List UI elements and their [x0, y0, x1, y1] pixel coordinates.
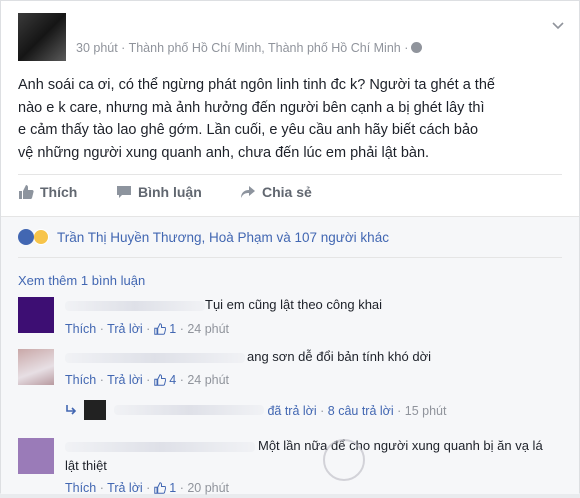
comment-item: Một lần nữa để cho người xung quanh bị ă…	[18, 438, 569, 498]
post-card: 30 phút · Thành phố Hồ Chí Minh, Thành p…	[0, 0, 580, 495]
comment-like-count[interactable]: 1	[169, 322, 176, 336]
post-body: Anh soái ca ơi, có thể ngừng phát ngôn l…	[18, 74, 563, 164]
comment-text: Một lần nữa để cho người xung quanh bị ă…	[258, 438, 543, 453]
comments-section: Trần Thị Huyền Thương, Hoà Phạm và 107 n…	[1, 216, 579, 495]
reply-time: 15 phút	[404, 404, 447, 418]
blurred-name	[65, 301, 205, 311]
thumbs-up-icon	[154, 482, 166, 494]
post-meta-text[interactable]: 30 phút · Thành phố Hồ Chí Minh, Thành p…	[76, 41, 408, 55]
comment-label: Bình luận	[138, 184, 202, 200]
reply-arrow-icon	[66, 405, 77, 415]
replier-avatar[interactable]	[84, 400, 107, 420]
share-button[interactable]: Chia sẻ	[240, 184, 312, 200]
like-reaction-icon	[18, 229, 34, 245]
comment-meta: Thích · Trả lời · 4 · 24 phút	[65, 373, 230, 387]
comment-like-link[interactable]: Thích	[65, 322, 96, 336]
comment-like-count[interactable]: 4	[169, 373, 176, 387]
reply-count[interactable]: 8 câu trả lời	[328, 404, 394, 418]
post-line: nào e k care, nhưng mà ảnh hưởng đến ngư…	[18, 99, 485, 116]
thumbs-up-icon	[154, 374, 166, 386]
comment-like-link[interactable]: Thích	[65, 373, 96, 387]
commenter-avatar[interactable]	[18, 349, 54, 385]
comment-icon	[117, 186, 131, 198]
author-avatar[interactable]	[18, 13, 66, 61]
divider	[18, 174, 562, 175]
globe-icon	[411, 42, 423, 53]
thumbs-up-icon	[19, 185, 34, 199]
divider	[18, 257, 562, 258]
view-more-comments-link[interactable]: Xem thêm 1 bình luận	[18, 273, 145, 288]
commenter-avatar[interactable]	[18, 297, 54, 333]
blurred-name	[113, 405, 264, 415]
comment-reply-link[interactable]: Trả lời	[107, 373, 143, 387]
comment-text: Tụi em cũng lật theo công khai	[205, 297, 383, 312]
share-label: Chia sẻ	[262, 184, 312, 200]
post-line: Anh soái ca ơi, có thể ngừng phát ngôn l…	[18, 77, 495, 93]
comment-item: ang sơn dễ đổi bản tính khó dời Thích · …	[18, 349, 569, 399]
chevron-down-icon[interactable]	[551, 19, 565, 33]
blurred-name	[65, 442, 255, 452]
comment-item: Tụi em cũng lật theo công khai Thích · T…	[18, 297, 569, 347]
comment-button[interactable]: Bình luận	[116, 184, 202, 200]
post-actions: Thích Bình luận Chia sẻ	[18, 184, 562, 208]
like-label: Thích	[40, 184, 78, 200]
comment-text-continued: lật thiệt	[65, 458, 107, 473]
divider	[1, 216, 579, 217]
comment-meta: Thích · Trả lời · 1 · 24 phút	[65, 322, 230, 336]
comment-time[interactable]: 24 phút	[187, 373, 229, 387]
post-header: 30 phút · Thành phố Hồ Chí Minh, Thành p…	[18, 13, 579, 63]
like-button[interactable]: Thích	[18, 184, 77, 200]
comment-time[interactable]: 24 phút	[187, 322, 229, 336]
thumbs-up-icon	[154, 323, 166, 335]
reactions-text: Trần Thị Huyền Thương, Hoà Phạm và 107 n…	[57, 229, 389, 245]
share-icon	[241, 186, 255, 198]
replied-text: đã trả lời	[267, 404, 317, 418]
reactions-bar[interactable]: Trần Thị Huyền Thương, Hoà Phạm và 107 n…	[18, 229, 389, 245]
haha-reaction-icon	[33, 229, 49, 245]
reply-summary[interactable]: đã trả lời · 8 câu trả lời · 15 phút	[65, 400, 446, 420]
post-line: vệ những người xung quanh anh, chưa đến …	[18, 144, 430, 161]
comment-text: ang sơn dễ đổi bản tính khó dời	[247, 349, 432, 364]
watermark-logo	[323, 439, 365, 481]
commenter-avatar[interactable]	[18, 438, 54, 474]
post-meta: 30 phút · Thành phố Hồ Chí Minh, Thành p…	[76, 41, 423, 55]
blurred-name	[65, 353, 245, 363]
comment-reply-link[interactable]: Trả lời	[107, 322, 143, 336]
post-line: e cảm thấy tào lao ghê gớm. Lần cuối, e …	[18, 122, 479, 138]
